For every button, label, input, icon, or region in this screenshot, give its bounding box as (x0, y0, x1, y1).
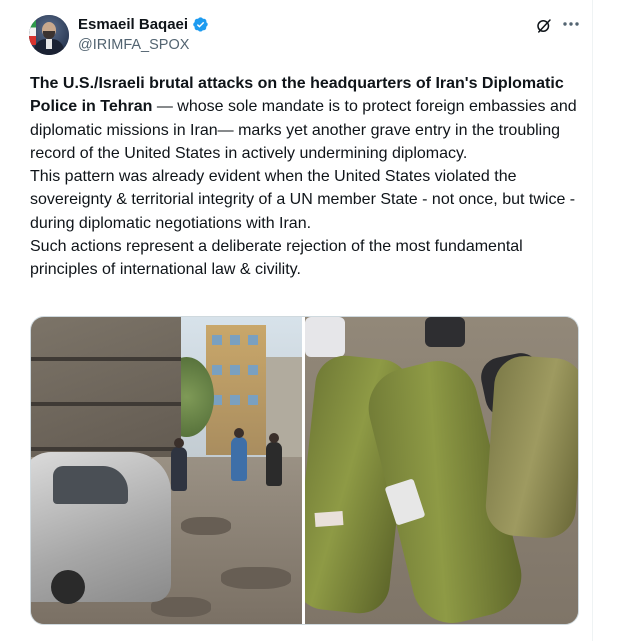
timeline-divider (592, 0, 593, 641)
media-grid[interactable] (30, 316, 579, 625)
tweet-text: The U.S./Israeli brutal attacks on the h… (30, 72, 582, 282)
author-name[interactable]: Esmaeil Baqaei (78, 16, 188, 33)
tweet-post: Esmaeil Baqaei @IRIMFA_SPOX The U.S./Isr… (0, 0, 624, 641)
photo-body-bags[interactable] (305, 317, 578, 624)
author-handle[interactable]: @IRIMFA_SPOX (78, 37, 189, 53)
tweet-paragraph-3: Such actions represent a deliberate reje… (30, 238, 523, 279)
grok-icon[interactable] (535, 17, 553, 35)
avatar[interactable] (29, 15, 69, 55)
tweet-paragraph-1: The U.S./Israeli brutal attacks on the h… (30, 72, 582, 165)
photo-street-damage[interactable] (31, 317, 302, 624)
tweet-paragraph-2: This pattern was already evident when th… (30, 168, 576, 232)
verified-badge-icon (193, 17, 208, 32)
author-name-row[interactable]: Esmaeil Baqaei (78, 16, 209, 33)
more-options-icon[interactable] (561, 17, 581, 31)
